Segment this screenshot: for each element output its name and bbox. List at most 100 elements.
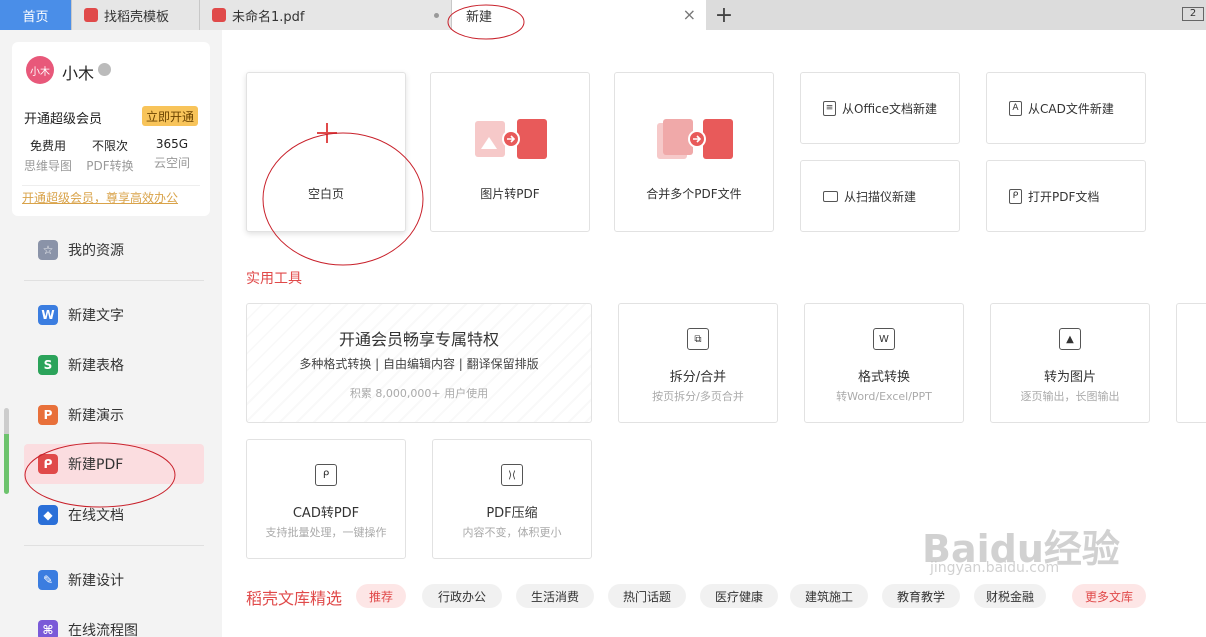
library-title: 稻壳文库精选 <box>246 589 343 608</box>
scanner-icon <box>823 190 838 202</box>
chip-recommend[interactable]: 推荐 <box>356 584 406 608</box>
tab-document[interactable]: 未命名1.pdf <box>200 0 452 30</box>
tab-home[interactable]: 首页 <box>0 0 72 30</box>
avatar[interactable]: 小木 <box>26 56 54 84</box>
spreadsheet-icon: S <box>38 355 58 375</box>
benefit-mindmap: 免费用 思维导图 <box>18 137 78 174</box>
benefit-label: 云空间 <box>153 156 190 170</box>
open-pdf-card[interactable]: ᑭ 打开PDF文档 <box>986 160 1146 232</box>
tools-section-title: 实用工具 <box>246 271 302 287</box>
card-label: 打开PDF文档 <box>1028 189 1100 204</box>
tool-cad-to-pdf[interactable]: ᑭ CAD转PDF 支持批量处理，一键操作 <box>246 439 406 559</box>
sidebar-item-present[interactable]: P 新建演示 <box>24 395 204 435</box>
sidebar-item-flowchart[interactable]: ⌘ 在线流程图 <box>24 610 204 637</box>
tool-split-merge[interactable]: ⧉ 拆分/合并 按页拆分/多页合并 <box>618 303 778 423</box>
sidebar-item-writer[interactable]: W 新建文字 <box>24 295 204 335</box>
pdf-icon: ᑭ <box>38 454 58 474</box>
from-office-card[interactable]: ≡ 从Office文档新建 <box>800 72 960 144</box>
image-to-pdf-icon <box>475 119 547 159</box>
tab-template[interactable]: 找稻壳模板 <box>72 0 200 30</box>
sidebar-item-resources[interactable]: ☆ 我的资源 <box>24 230 204 270</box>
divider <box>24 545 204 546</box>
tab-bar: 首页 找稻壳模板 未命名1.pdf 新建 × + 2 <box>0 0 1206 30</box>
chip-medical[interactable]: 医疗健康 <box>700 584 778 608</box>
divider <box>24 280 204 281</box>
scroll-indicator[interactable] <box>4 408 9 494</box>
tool-pdf-compress[interactable]: ⟩⟨ PDF压缩 内容不变，体积更小 <box>432 439 592 559</box>
watermark-url: jingyan.baidu.com <box>930 560 1060 576</box>
sidebar-item-pdf[interactable]: ᑭ 新建PDF <box>24 444 204 484</box>
tool-title: 拆分/合并 <box>669 370 727 385</box>
chip-hot[interactable]: 热门话题 <box>608 584 686 608</box>
user-name[interactable]: 小木 <box>62 60 94 84</box>
card-label: 空白页 <box>307 187 344 201</box>
benefit-label: PDF转换 <box>86 159 134 173</box>
plus-icon <box>317 123 337 143</box>
benefit-value: 365G <box>155 137 189 151</box>
sidebar-item-label: 在线文档 <box>68 508 124 524</box>
sidebar-item-label: 新建设计 <box>68 573 124 589</box>
chip-life[interactable]: 生活消费 <box>516 584 594 608</box>
from-scanner-card[interactable]: 从扫描仪新建 <box>800 160 960 232</box>
benefit-pdf: 不限次 PDF转换 <box>80 137 140 174</box>
vip-promo-users: 积累 8,000,000+ 用户使用 <box>349 387 489 400</box>
document-icon: ≡ <box>823 100 836 116</box>
star-icon: ☆ <box>38 240 58 260</box>
card-label: 从Office文档新建 <box>842 101 938 116</box>
benefit-label: 思维导图 <box>23 159 72 173</box>
tab-new[interactable]: 新建 × <box>452 0 706 30</box>
baidu-watermark-logo: Baidu经验 jingyan.baidu.com <box>922 518 1152 598</box>
add-tab-button[interactable]: + <box>706 0 742 30</box>
unsaved-dot-icon <box>434 13 439 18</box>
sidebar-item-label: 在线流程图 <box>68 623 138 637</box>
vip-promo-link[interactable]: 开通超级会员，尊享高效办公 <box>22 189 178 206</box>
split-merge-icon: ⧉ <box>687 328 709 350</box>
sidebar-item-online-doc[interactable]: ◆ 在线文档 <box>24 495 204 535</box>
tab-template-label: 找稻壳模板 <box>104 9 170 25</box>
sidebar: 小木 小木 开通超级会员 立即开通 免费用 思维导图 不限次 PDF转换 365… <box>0 30 222 637</box>
vip-promo-title: 开通会员畅享专属特权 <box>338 330 499 349</box>
tool-subtitle: 转Word/Excel/PPT <box>836 390 932 403</box>
tool-title: PDF压缩 <box>486 506 538 521</box>
tool-subtitle: 按页拆分/多页合并 <box>652 390 744 403</box>
cad-icon: A <box>1009 100 1022 116</box>
blank-page-card[interactable]: 空白页 <box>246 72 406 232</box>
tool-card-partial[interactable] <box>1176 303 1206 423</box>
image-to-pdf-card[interactable]: 图片转PDF <box>430 72 590 232</box>
vip-promo-features: 多种格式转换 | 自由编辑内容 | 翻译保留排版 <box>299 357 539 371</box>
benefit-value: 免费用 <box>29 139 66 153</box>
chip-construction[interactable]: 建筑施工 <box>790 584 868 608</box>
flowchart-icon: ⌘ <box>38 620 58 637</box>
open-vip-button[interactable]: 立即开通 <box>142 106 198 126</box>
vip-promo-card[interactable]: 开通会员畅享专属特权 多种格式转换 | 自由编辑内容 | 翻译保留排版 积累 8… <box>246 303 592 423</box>
member-badge-icon <box>98 63 111 76</box>
profile-card: 小木 小木 开通超级会员 立即开通 免费用 思维导图 不限次 PDF转换 365… <box>12 42 210 216</box>
card-label: 从CAD文件新建 <box>1028 101 1114 116</box>
design-icon: ✎ <box>38 570 58 590</box>
sidebar-item-label: 我的资源 <box>68 243 124 259</box>
tool-title: 格式转换 <box>857 370 910 385</box>
chip-admin[interactable]: 行政办公 <box>422 584 502 608</box>
format-convert-icon: W <box>873 328 895 350</box>
tab-home-label: 首页 <box>22 9 49 25</box>
sidebar-item-sheet[interactable]: S 新建表格 <box>24 345 204 385</box>
sidebar-item-label: 新建文字 <box>68 308 124 324</box>
open-pdf-icon: ᑭ <box>1009 188 1022 204</box>
pdf-file-icon <box>212 8 226 22</box>
tool-subtitle: 内容不变，体积更小 <box>462 526 562 539</box>
benefit-cloud: 365G 云空间 <box>142 137 202 171</box>
card-label: 图片转PDF <box>480 187 540 201</box>
cad-to-pdf-icon: ᑭ <box>315 464 337 486</box>
tool-format-convert[interactable]: W 格式转换 转Word/Excel/PPT <box>804 303 964 423</box>
close-tab-icon[interactable]: × <box>683 5 696 24</box>
window-count-badge[interactable]: 2 <box>1182 7 1204 21</box>
tool-to-image[interactable]: ▲ 转为图片 逐页输出，长图输出 <box>990 303 1150 423</box>
sidebar-item-label: 新建表格 <box>68 358 124 374</box>
tool-subtitle: 支持批量处理，一键操作 <box>265 526 387 539</box>
from-cad-card[interactable]: A 从CAD文件新建 <box>986 72 1146 144</box>
writer-icon: W <box>38 305 58 325</box>
presentation-icon: P <box>38 405 58 425</box>
merge-pdf-card[interactable]: 合并多个PDF文件 <box>614 72 774 232</box>
sidebar-item-design[interactable]: ✎ 新建设计 <box>24 560 204 600</box>
sidebar-item-label: 新建演示 <box>68 408 124 424</box>
